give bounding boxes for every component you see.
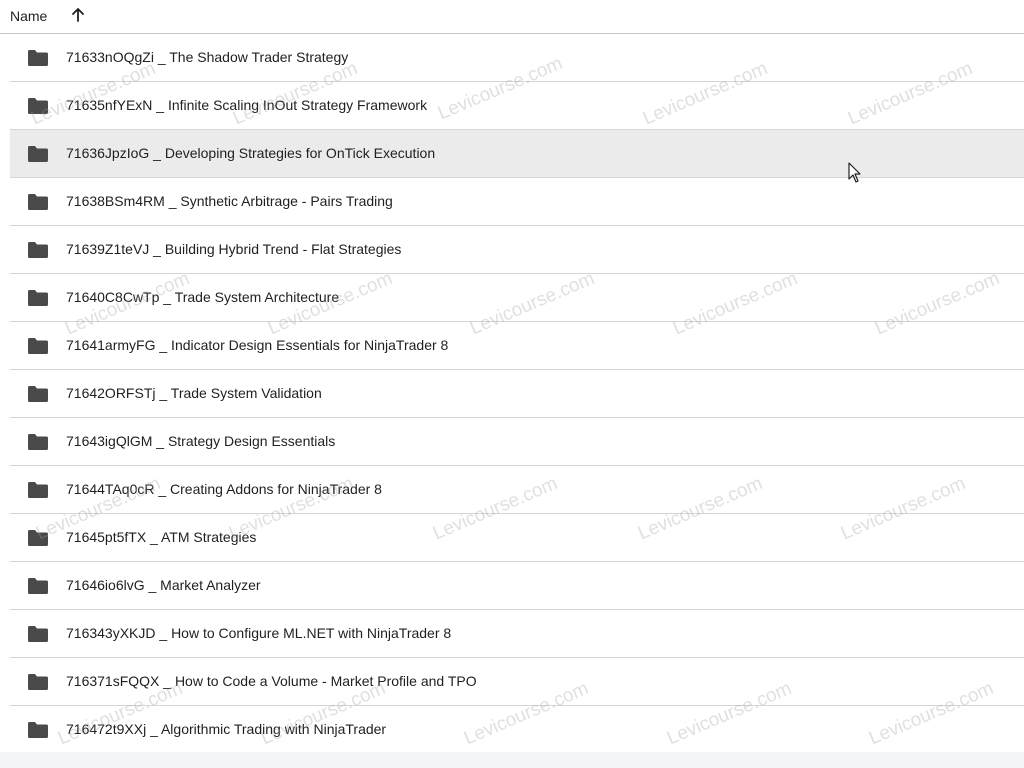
folder-row[interactable]: 71641armyFG _ Indicator Design Essential… bbox=[10, 322, 1024, 370]
folder-row[interactable]: 71635nfYExN _ Infinite Scaling InOut Str… bbox=[10, 82, 1024, 130]
folder-row[interactable]: 71633nOQgZi _ The Shadow Trader Strategy bbox=[10, 34, 1024, 82]
folder-name: 71633nOQgZi _ The Shadow Trader Strategy bbox=[66, 49, 349, 65]
folder-row[interactable]: 71639Z1teVJ _ Building Hybrid Trend - Fl… bbox=[10, 226, 1024, 274]
folder-icon bbox=[28, 290, 48, 306]
folder-icon bbox=[28, 98, 48, 114]
folder-name: 71641armyFG _ Indicator Design Essential… bbox=[66, 337, 449, 353]
folder-icon bbox=[28, 530, 48, 546]
arrow-up-icon[interactable] bbox=[70, 7, 86, 23]
name-column-header[interactable]: Name bbox=[10, 8, 47, 24]
file-browser: Name 71633nOQgZi _ The Shadow Trader Str… bbox=[0, 0, 1024, 768]
bottom-strip bbox=[0, 752, 1024, 768]
folder-name: 716371sFQQX _ How to Code a Volume - Mar… bbox=[66, 673, 477, 689]
folder-row[interactable]: 716371sFQQX _ How to Code a Volume - Mar… bbox=[10, 658, 1024, 706]
folder-name: 71646io6lvG _ Market Analyzer bbox=[66, 577, 261, 593]
mouse-pointer-icon bbox=[848, 162, 861, 183]
folder-row[interactable]: 71642ORFSTj _ Trade System Validation bbox=[10, 370, 1024, 418]
folder-name: 71635nfYExN _ Infinite Scaling InOut Str… bbox=[66, 97, 428, 113]
file-list: 71633nOQgZi _ The Shadow Trader Strategy… bbox=[10, 34, 1024, 754]
folder-name: 716343yXKJD _ How to Configure ML.NET wi… bbox=[66, 625, 452, 641]
folder-row[interactable]: 71644TAq0cR _ Creating Addons for NinjaT… bbox=[10, 466, 1024, 514]
folder-row[interactable]: 71638BSm4RM _ Synthetic Arbitrage - Pair… bbox=[10, 178, 1024, 226]
folder-name: 71643igQlGM _ Strategy Design Essentials bbox=[66, 433, 336, 449]
folder-name: 71640C8CwTp _ Trade System Architecture bbox=[66, 289, 340, 305]
folder-name: 71639Z1teVJ _ Building Hybrid Trend - Fl… bbox=[66, 241, 402, 257]
folder-row[interactable]: 716472t9XXj _ Algorithmic Trading with N… bbox=[10, 706, 1024, 754]
folder-row[interactable]: 71646io6lvG _ Market Analyzer bbox=[10, 562, 1024, 610]
folder-name: 71642ORFSTj _ Trade System Validation bbox=[66, 385, 322, 401]
folder-icon bbox=[28, 50, 48, 66]
column-header: Name bbox=[0, 0, 1024, 34]
folder-icon bbox=[28, 626, 48, 642]
folder-row[interactable]: 71640C8CwTp _ Trade System Architecture bbox=[10, 274, 1024, 322]
folder-icon bbox=[28, 386, 48, 402]
folder-name: 71645pt5fTX _ ATM Strategies bbox=[66, 529, 257, 545]
folder-icon bbox=[28, 434, 48, 450]
folder-icon bbox=[28, 242, 48, 258]
folder-icon bbox=[28, 194, 48, 210]
folder-name: 716472t9XXj _ Algorithmic Trading with N… bbox=[66, 721, 387, 737]
folder-icon bbox=[28, 338, 48, 354]
folder-row[interactable]: 71636JpzIoG _ Developing Strategies for … bbox=[10, 130, 1024, 178]
folder-row[interactable]: 716343yXKJD _ How to Configure ML.NET wi… bbox=[10, 610, 1024, 658]
folder-row[interactable]: 71643igQlGM _ Strategy Design Essentials bbox=[10, 418, 1024, 466]
folder-icon bbox=[28, 722, 48, 738]
folder-icon bbox=[28, 146, 48, 162]
folder-icon bbox=[28, 674, 48, 690]
folder-row[interactable]: 71645pt5fTX _ ATM Strategies bbox=[10, 514, 1024, 562]
folder-icon bbox=[28, 482, 48, 498]
folder-name: 71644TAq0cR _ Creating Addons for NinjaT… bbox=[66, 481, 382, 497]
folder-name: 71638BSm4RM _ Synthetic Arbitrage - Pair… bbox=[66, 193, 393, 209]
folder-name: 71636JpzIoG _ Developing Strategies for … bbox=[66, 145, 436, 161]
folder-icon bbox=[28, 578, 48, 594]
